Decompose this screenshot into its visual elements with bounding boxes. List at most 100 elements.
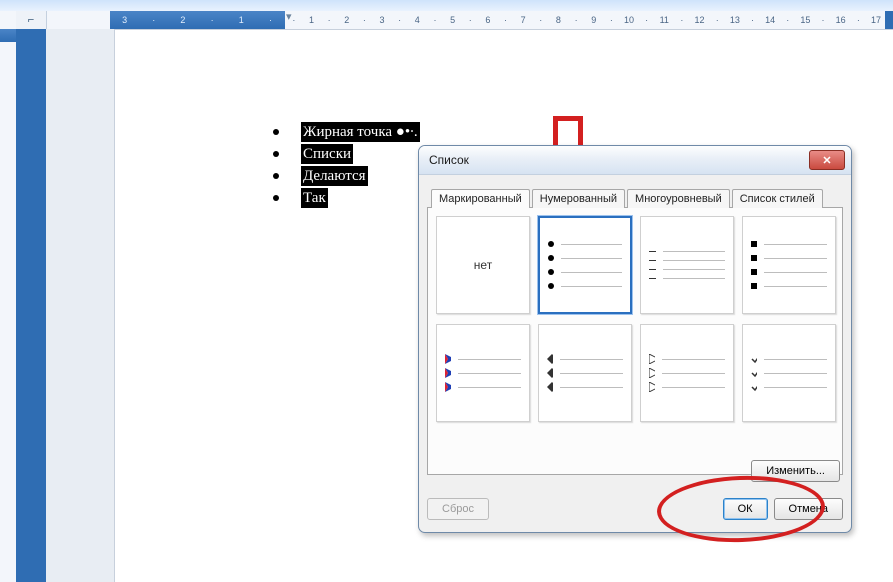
tab-styles-list[interactable]: Список стилей	[732, 189, 823, 208]
preset-line	[548, 269, 622, 275]
ruler-tick: 2	[338, 15, 356, 25]
preset-line	[445, 356, 521, 362]
ruler-tick: ·	[779, 15, 797, 25]
ruler-tick: 6	[479, 15, 497, 25]
ruler-tick: ·	[744, 15, 762, 25]
preset-line	[547, 370, 623, 376]
ruler-tick: ·	[850, 15, 868, 25]
ruler-tick: 9	[585, 15, 603, 25]
reset-button[interactable]: Сброс	[427, 498, 489, 520]
list-item-text: Списки	[301, 144, 353, 164]
tab-panel: нет	[427, 207, 843, 475]
list-item[interactable]: Жирная точка ●•∙.	[273, 122, 420, 142]
ruler-tick: ·	[497, 15, 515, 25]
preset-line	[547, 356, 623, 362]
ruler-tick: 8	[550, 15, 568, 25]
bullet-icon	[273, 151, 279, 157]
ruler-tick: ·	[567, 15, 585, 25]
ruler-tick: ·	[638, 15, 656, 25]
list-item-text: Жирная точка ●•∙.	[301, 122, 420, 142]
preset-line	[649, 384, 725, 390]
bullet-preset-sq[interactable]	[742, 216, 836, 314]
preset-line	[751, 283, 827, 289]
preset-line	[649, 260, 725, 261]
bullet-preset-arrowc[interactable]	[436, 324, 530, 422]
indent-marker-icon[interactable]: ▾	[286, 10, 292, 23]
vertical-ruler-margin	[16, 29, 46, 582]
bullet-preset-none[interactable]: нет	[436, 216, 530, 314]
cancel-button[interactable]: Отмена	[774, 498, 843, 520]
preset-line	[548, 241, 622, 247]
tab-multilevel[interactable]: Многоуровневый	[627, 189, 730, 208]
ruler-tick: ·	[256, 15, 285, 25]
ruler-tick: 14	[761, 15, 779, 25]
bullet-icon	[273, 195, 279, 201]
ruler-tick: ·	[814, 15, 832, 25]
preset-line	[751, 269, 827, 275]
bullet-preset-check[interactable]	[742, 324, 836, 422]
ruler-tick: 16	[832, 15, 850, 25]
bullet-preset-tri[interactable]	[640, 324, 734, 422]
tab-bulleted[interactable]: Маркированный	[431, 189, 530, 208]
preset-line	[649, 370, 725, 376]
preset-none-label: нет	[474, 258, 492, 272]
bullet-icon	[273, 129, 279, 135]
list-item[interactable]: Делаются	[273, 166, 420, 186]
ruler-tick: 1	[227, 15, 256, 25]
ruler-tick: ·	[708, 15, 726, 25]
ruler-corner: ⌐	[16, 11, 47, 29]
ruler-tick: ·	[603, 15, 621, 25]
bullet-preset-clover[interactable]	[538, 324, 632, 422]
ruler-tick: ·	[356, 15, 374, 25]
ruler-tick: 2	[168, 15, 197, 25]
vertical-ruler[interactable]	[0, 29, 17, 582]
close-button[interactable]: ✕	[809, 150, 845, 170]
ruler-tick: 7	[514, 15, 532, 25]
dialog-title: Список	[429, 153, 809, 167]
ruler-tick: 12	[691, 15, 709, 25]
preset-line	[751, 241, 827, 247]
ruler-tick: ·	[673, 15, 691, 25]
list-item[interactable]: Так	[273, 188, 420, 208]
ok-button[interactable]: ОК	[723, 498, 768, 520]
preset-line	[751, 356, 827, 362]
ruler-tick: ·	[198, 15, 227, 25]
bullet-preset-disc[interactable]	[538, 216, 632, 314]
preset-line	[445, 384, 521, 390]
preset-line	[548, 283, 622, 289]
document-bullet-list[interactable]: Жирная точка ●•∙.СпискиДелаютсяТак	[273, 120, 420, 210]
ruler-tick: 17	[867, 15, 885, 25]
ruler-tick: 10	[620, 15, 638, 25]
preset-line	[649, 251, 725, 252]
bullet-preset-dash[interactable]	[640, 216, 734, 314]
ruler-tick: 13	[726, 15, 744, 25]
ruler-tick: 5	[444, 15, 462, 25]
bullet-icon	[273, 173, 279, 179]
ruler-tick: 4	[408, 15, 426, 25]
ruler-tick: ·	[532, 15, 550, 25]
ruler-tick: 3	[110, 15, 139, 25]
ruler-tick: ·	[461, 15, 479, 25]
preset-line	[751, 370, 827, 376]
list-dialog: Список ✕ Маркированный Нумерованный Мног…	[418, 145, 852, 533]
list-item-text: Делаются	[301, 166, 368, 186]
tab-strip: Маркированный Нумерованный Многоуровневы…	[431, 188, 843, 207]
ruler-tick: 11	[655, 15, 673, 25]
ruler-tick: 15	[797, 15, 815, 25]
preset-line	[547, 384, 623, 390]
preset-line	[548, 255, 622, 261]
ruler-tick: ·	[320, 15, 338, 25]
preset-line	[445, 370, 521, 376]
ruler-tick: ·	[391, 15, 409, 25]
ruler-tick: 3	[373, 15, 391, 25]
horizontal-ruler[interactable]: ⌐ 3·2·1· ·1·2·3·4·5·6·7·8·9·10·11·12·13·…	[0, 11, 893, 30]
preset-line	[649, 356, 725, 362]
tab-numbered[interactable]: Нумерованный	[532, 189, 625, 208]
preset-line	[751, 255, 827, 261]
ruler-tick: ·	[426, 15, 444, 25]
preset-line	[649, 269, 725, 270]
list-item[interactable]: Списки	[273, 144, 420, 164]
modify-button[interactable]: Изменить...	[751, 460, 840, 482]
list-item-text: Так	[301, 188, 328, 208]
ruler-tick: 1	[303, 15, 321, 25]
